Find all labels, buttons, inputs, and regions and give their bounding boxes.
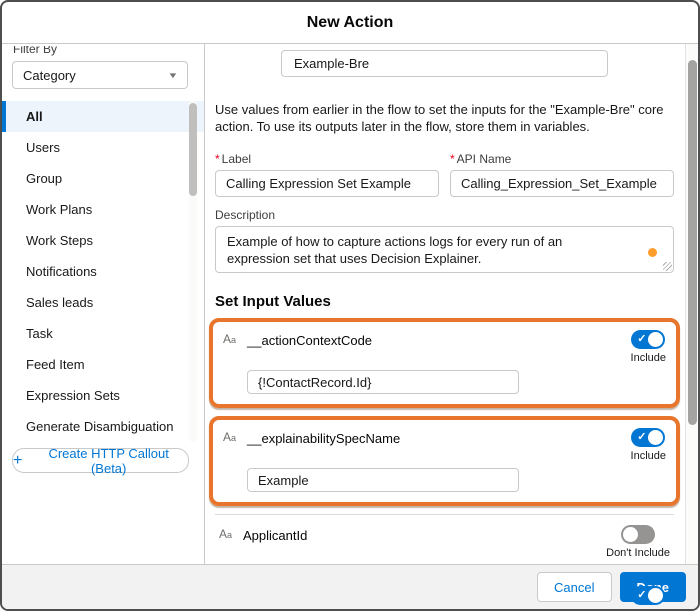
main-scrollbar-thumb[interactable]: [688, 60, 697, 425]
description-field-label: Description: [215, 208, 674, 222]
sidebar-item-group[interactable]: Group: [2, 163, 204, 194]
description-textarea[interactable]: Example of how to capture actions logs f…: [215, 226, 674, 273]
label-input[interactable]: [215, 170, 439, 197]
sidebar-item-users[interactable]: Users: [2, 132, 204, 163]
annotation-dot: [648, 248, 657, 257]
param-row-actioncontextcode: Aa __actionContextCode ✓ Include: [209, 318, 680, 408]
text-type-icon: Aa: [223, 330, 247, 346]
plus-icon: +: [13, 453, 22, 469]
sidebar-item-sales-leads[interactable]: Sales leads: [2, 287, 204, 318]
label-field-label: *Label: [215, 152, 439, 166]
sidebar-item-all[interactable]: All: [2, 101, 204, 132]
toggle-knob: [648, 430, 663, 445]
sidebar-item-generate-disambiguation[interactable]: Generate Disambiguation: [2, 411, 204, 442]
resize-handle-icon[interactable]: [663, 262, 672, 271]
sidebar-item-task[interactable]: Task: [2, 318, 204, 349]
param-name: ApplicantId: [243, 525, 307, 543]
toggle-knob: [648, 332, 663, 347]
include-toggle[interactable]: ✓: [631, 330, 665, 349]
api-name-input[interactable]: [450, 170, 674, 197]
filter-by-label: Filter By: [13, 46, 204, 56]
check-icon: ✓: [637, 332, 646, 347]
param-name: __actionContextCode: [247, 330, 372, 348]
new-action-modal: New Action Filter By Category ▼ All User…: [0, 0, 700, 611]
text-type-icon: Aa: [219, 525, 243, 541]
required-asterisk: *: [215, 152, 220, 166]
include-toggle[interactable]: ✓: [631, 428, 665, 447]
category-dropdown[interactable]: Category ▼: [12, 61, 188, 89]
toggle-knob: [648, 588, 663, 603]
create-http-callout-button[interactable]: + Create HTTP Callout (Beta): [12, 448, 189, 473]
api-name-field-label: *API Name: [450, 152, 674, 166]
modal-footer: Cancel Done: [2, 564, 698, 609]
cancel-button[interactable]: Cancel: [537, 572, 611, 602]
toggle-label: Include: [631, 450, 666, 462]
modal-title: New Action: [307, 14, 394, 32]
param-value-input[interactable]: [247, 370, 519, 394]
modal-header: New Action: [2, 2, 698, 44]
main-scrollbar[interactable]: [685, 44, 698, 564]
check-icon: ✓: [637, 430, 646, 445]
param-row-applicantid: Aa ApplicantId Don't Include: [215, 514, 674, 566]
main-panel: Use values from earlier in the flow to s…: [205, 44, 698, 564]
include-toggle[interactable]: [621, 525, 655, 544]
action-name-input[interactable]: [281, 50, 608, 77]
category-dropdown-value: Category: [23, 68, 76, 83]
required-asterisk: *: [450, 152, 455, 166]
sidebar-scrollbar-thumb[interactable]: [189, 103, 197, 196]
sidebar-item-work-plans[interactable]: Work Plans: [2, 194, 204, 225]
sidebar-item-work-steps[interactable]: Work Steps: [2, 225, 204, 256]
check-icon: ✓: [637, 588, 646, 603]
category-list: All Users Group Work Plans Work Steps No…: [2, 101, 204, 442]
sidebar-scrollbar[interactable]: [189, 101, 197, 442]
toggle-label: Don't Include: [606, 547, 670, 559]
toggle-knob: [623, 527, 638, 542]
param-name: __explainabilitySpecName: [247, 428, 400, 446]
sidebar-item-notifications[interactable]: Notifications: [2, 256, 204, 287]
category-sidebar: Filter By Category ▼ All Users Group Wor…: [2, 44, 205, 564]
text-type-icon: Aa: [223, 428, 247, 444]
intro-text: Use values from earlier in the flow to s…: [215, 101, 674, 135]
include-toggle[interactable]: ✓: [631, 586, 665, 605]
chevron-down-icon: ▼: [167, 71, 178, 80]
sidebar-item-expression-sets[interactable]: Expression Sets: [2, 380, 204, 411]
param-value-input[interactable]: [247, 468, 519, 492]
sidebar-item-feed-item[interactable]: Feed Item: [2, 349, 204, 380]
param-row-explainabilityspecname: Aa __explainabilitySpecName ✓ Include: [209, 416, 680, 506]
set-input-values-heading: Set Input Values: [215, 293, 674, 310]
toggle-label: Include: [631, 352, 666, 364]
create-http-callout-label: Create HTTP Callout (Beta): [29, 446, 188, 476]
